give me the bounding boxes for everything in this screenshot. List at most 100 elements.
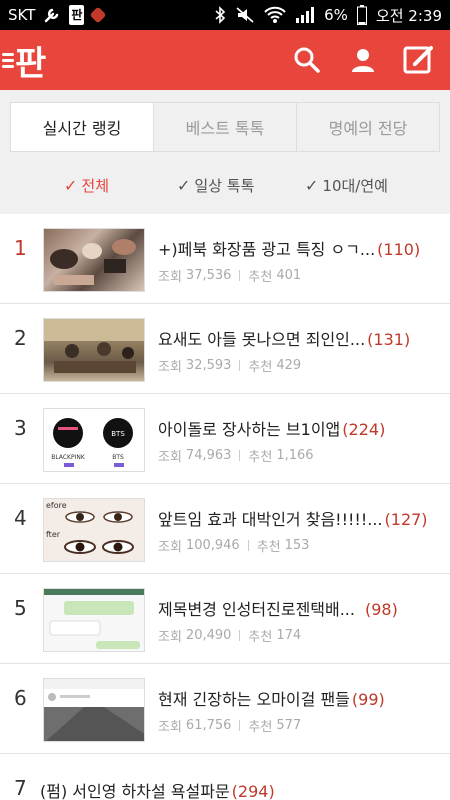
views-label: 조회 <box>158 540 182 555</box>
menu-icon[interactable] <box>2 52 14 68</box>
post-title-line: 아이돌로 장사하는 브1이앱 (224) <box>158 416 442 440</box>
rank-number: 1 <box>14 236 27 260</box>
check-icon: ✓ <box>177 175 191 195</box>
views-label: 조회 <box>158 360 182 375</box>
after-label: fter <box>46 530 61 539</box>
battery-icon <box>356 5 367 25</box>
recommend-count: 174 <box>276 628 302 643</box>
mute-icon <box>235 5 255 25</box>
battery-percent: 6% <box>324 6 348 24</box>
ranking-list: 1 +)페북 화장품 광고 특징 ㅇㄱ... (110) 조회 37,536 추… <box>0 214 450 754</box>
clock: 오전 2:39 <box>375 6 442 25</box>
recommend-count: 153 <box>284 538 310 553</box>
signal-icon <box>295 5 315 25</box>
bts-logo-text: BTS <box>111 430 125 438</box>
rank-number: 2 <box>14 326 27 350</box>
comment-count: (224) <box>342 420 386 439</box>
views-count: 20,490 <box>185 628 232 643</box>
post-meta: 조회 61,756 추천 577 <box>158 716 301 735</box>
post-thumbnail <box>43 228 145 292</box>
logo-text: 판 <box>15 43 46 84</box>
rank-number: 5 <box>14 596 27 620</box>
comment-count: (98) <box>364 600 398 619</box>
user-icon <box>352 49 374 72</box>
check-icon: ✓ <box>305 175 319 195</box>
wrench-icon <box>43 5 61 25</box>
comment-count: (127) <box>384 510 428 529</box>
rank-number: 7 <box>14 776 27 800</box>
tab-bar: 실시간 랭킹 베스트 톡톡 명예의 전당 <box>10 102 440 152</box>
search-button[interactable] <box>290 43 324 77</box>
rank-number: 4 <box>14 506 27 530</box>
list-item[interactable]: 5 제목변경 인성터진로젠택배... (98) 조회 20,490 추천 174 <box>0 574 450 664</box>
post-title: +)페북 화장품 광고 특징 ㅇㄱ... <box>158 240 376 259</box>
views-label: 조회 <box>158 270 182 285</box>
list-item[interactable]: 6 현재 긴장하는 오마이걸 팬들 (99) 조회 61,756 추천 577 <box>0 664 450 754</box>
post-title: (펌) 서인영 하차설 욕설파문 <box>40 782 230 800</box>
blackpink-label: BLACKPINK <box>51 454 86 461</box>
views-count: 61,756 <box>185 718 232 733</box>
recommend-label: 추천 <box>248 720 273 735</box>
filter-all[interactable]: ✓ 전체 <box>64 170 109 200</box>
rank-number: 6 <box>14 686 27 710</box>
list-item[interactable]: 3 BTS BLACKPINK BTS 아이돌로 장사하는 브1이앱 (224)… <box>0 394 450 484</box>
post-thumbnail: BTS BLACKPINK BTS <box>43 408 145 472</box>
views-label: 조회 <box>158 630 182 645</box>
views-label: 조회 <box>158 450 182 465</box>
post-title-line: 요새도 아들 못나으면 죄인인... (131) <box>158 326 442 350</box>
filter-teens-entertainment[interactable]: ✓ 10대/연예 <box>305 170 388 200</box>
status-bar: SKT 판 6% 오전 2:39 <box>0 0 450 30</box>
filter-label: 전체 <box>81 176 110 195</box>
views-count: 100,946 <box>185 538 240 553</box>
post-title-line: 앞트임 효과 대박인거 찾음!!!!!... (127) <box>158 506 442 530</box>
before-label: efore <box>46 501 67 510</box>
write-button[interactable] <box>402 43 436 77</box>
post-title-line: 제목변경 인성터진로젠택배... (98) <box>158 596 442 620</box>
recommend-count: 1,166 <box>276 448 314 463</box>
tab-hall-of-fame[interactable]: 명예의 전당 <box>297 103 439 151</box>
recommend-label: 추천 <box>248 630 273 645</box>
recommend-count: 429 <box>276 358 302 373</box>
recommend-label: 추천 <box>256 540 281 555</box>
views-count: 74,963 <box>185 448 232 463</box>
post-title-line: (펌) 서인영 하차설 욕설파문 (294) <box>40 778 442 800</box>
filter-label: 일상 톡톡 <box>194 176 255 195</box>
post-meta: 조회 32,593 추천 429 <box>158 356 301 375</box>
pan-notification-icon: 판 <box>69 5 85 25</box>
filter-bar: ✓ 전체 ✓ 일상 톡톡 ✓ 10대/연예 <box>0 170 450 200</box>
recommend-label: 추천 <box>248 360 273 375</box>
post-title: 제목변경 인성터진로젠택배... <box>158 600 355 619</box>
post-title-line: +)페북 화장품 광고 특징 ㅇㄱ... (110) <box>158 236 442 260</box>
post-title: 아이돌로 장사하는 브1이앱 <box>158 420 341 439</box>
recommend-count: 577 <box>276 718 302 733</box>
tab-realtime-ranking[interactable]: 실시간 랭킹 <box>11 103 154 151</box>
filter-daily-toktok[interactable]: ✓ 일상 톡톡 <box>177 170 254 200</box>
comment-count: (110) <box>377 240 421 259</box>
post-title: 요새도 아들 못나으면 죄인인... <box>158 330 366 349</box>
recommend-count: 401 <box>276 268 302 283</box>
bts-label: BTS <box>112 454 124 461</box>
list-item[interactable]: 4 efore fter 앞트임 효과 대박인거 찾음!!!!!... (127… <box>0 484 450 574</box>
comment-count: (294) <box>231 782 275 800</box>
list-item[interactable]: 1 +)페북 화장품 광고 특징 ㅇㄱ... (110) 조회 37,536 추… <box>0 214 450 304</box>
views-count: 37,536 <box>185 268 232 283</box>
app-logo[interactable]: 판 <box>0 30 46 90</box>
recommend-label: 추천 <box>248 270 273 285</box>
list-item[interactable]: 7 (펌) 서인영 하차설 욕설파문 (294) <box>0 754 450 800</box>
app-bar: 판 <box>0 30 450 90</box>
post-title-line: 현재 긴장하는 오마이걸 팬들 (99) <box>158 686 442 710</box>
post-meta: 조회 37,536 추천 401 <box>158 266 301 285</box>
post-thumbnail <box>43 318 145 382</box>
comment-count: (99) <box>351 690 385 709</box>
tab-section: 실시간 랭킹 베스트 톡톡 명예의 전당 ✓ 전체 ✓ 일상 톡톡 ✓ 10대/… <box>0 90 450 214</box>
bluetooth-icon <box>214 5 226 25</box>
rank-number: 3 <box>14 416 27 440</box>
profile-button[interactable] <box>346 43 380 77</box>
list-item[interactable]: 2 요새도 아들 못나으면 죄인인... (131) 조회 32,593 추천 … <box>0 304 450 394</box>
tab-best-toktok[interactable]: 베스트 톡톡 <box>154 103 297 151</box>
views-count: 32,593 <box>185 358 232 373</box>
post-title: 현재 긴장하는 오마이걸 팬들 <box>158 690 350 709</box>
app-notification-icon <box>89 5 107 25</box>
post-title: 앞트임 효과 대박인거 찾음!!!!!... <box>158 510 383 529</box>
post-meta: 조회 74,963 추천 1,166 <box>158 446 314 465</box>
